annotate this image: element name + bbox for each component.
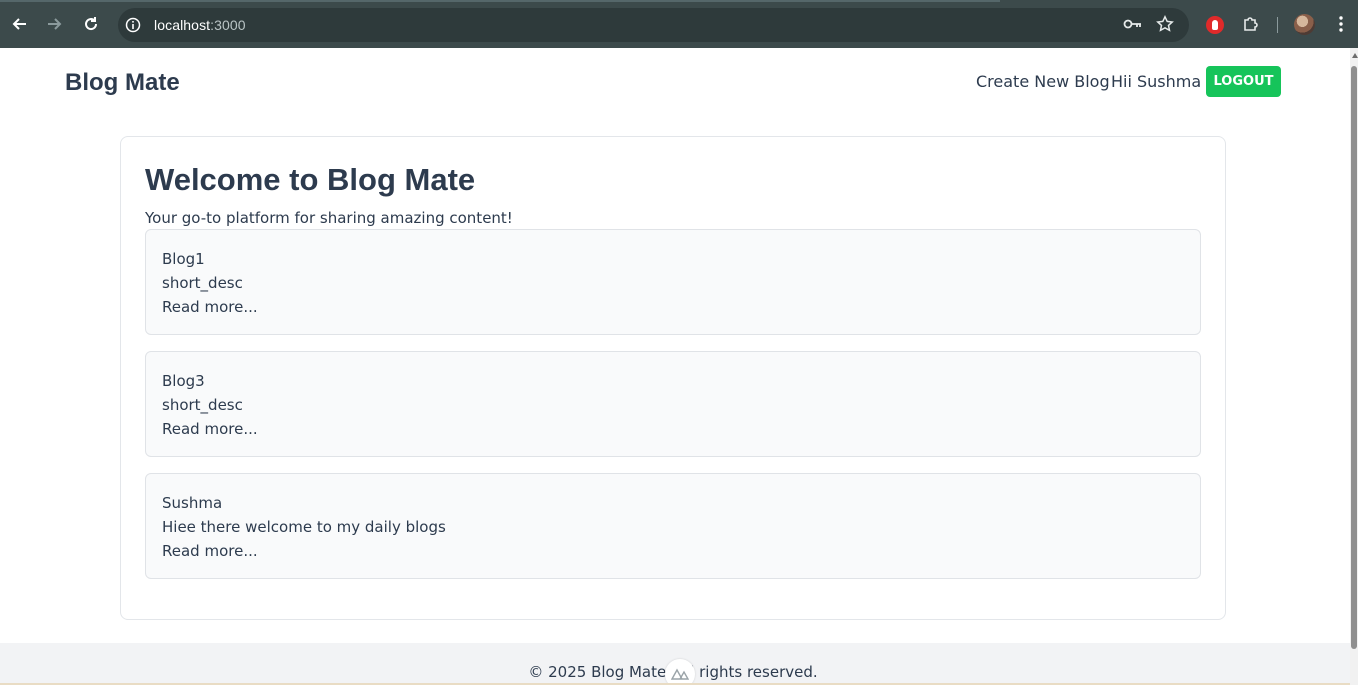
brand-logo[interactable]: Blog Mate (65, 69, 180, 97)
create-new-blog-link[interactable]: Create New Blog (976, 72, 1110, 91)
page-tagline: Your go-to platform for sharing amazing … (145, 209, 513, 227)
scrollbar-thumb[interactable] (1351, 66, 1357, 649)
page-title: Welcome to Blog Mate (145, 162, 476, 197)
read-more-link[interactable]: Read more... (162, 420, 258, 438)
reload-icon[interactable] (80, 13, 102, 35)
star-icon[interactable] (1154, 13, 1176, 35)
url-host: localhost (154, 17, 211, 33)
forward-arrow-icon[interactable] (44, 13, 66, 35)
blog-description: short_desc (162, 274, 243, 292)
blog-description: Hiee there welcome to my daily blogs (162, 518, 446, 536)
url-port: :3000 (210, 17, 246, 33)
blog-card[interactable]: Sushma Hiee there welcome to my daily bl… (145, 473, 1201, 579)
back-arrow-icon[interactable] (8, 13, 30, 35)
tab-strip-edge (0, 0, 1000, 2)
info-icon[interactable] (125, 17, 141, 33)
more-vert-icon[interactable] (1330, 13, 1352, 35)
blog-card[interactable]: Blog3 short_desc Read more... (145, 351, 1201, 457)
scroll-up-arrow-icon[interactable] (1352, 53, 1358, 58)
blog-description: short_desc (162, 396, 243, 414)
user-greeting: Hii Sushma (1111, 72, 1202, 91)
address-bar[interactable] (118, 8, 1189, 42)
nuxt-devtools-icon[interactable] (665, 659, 695, 685)
url-text[interactable]: localhost:3000 (154, 17, 246, 33)
profile-avatar[interactable] (1294, 14, 1315, 35)
blog-title: Blog3 (162, 372, 205, 390)
blog-card[interactable]: Blog1 short_desc Read more... (145, 229, 1201, 335)
key-icon[interactable] (1122, 13, 1144, 35)
extension-stop-icon[interactable] (1206, 16, 1224, 34)
read-more-link[interactable]: Read more... (162, 298, 258, 316)
read-more-link[interactable]: Read more... (162, 542, 258, 560)
toolbar-separator (1277, 17, 1278, 33)
blog-title: Blog1 (162, 250, 205, 268)
logout-button[interactable]: LOGOUT (1206, 66, 1281, 97)
blog-title: Sushma (162, 494, 223, 512)
puzzle-icon[interactable] (1240, 13, 1262, 35)
browser-toolbar: localhost:3000 (0, 0, 1358, 48)
